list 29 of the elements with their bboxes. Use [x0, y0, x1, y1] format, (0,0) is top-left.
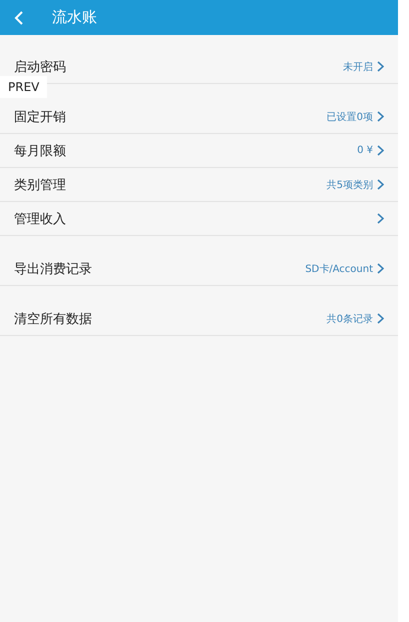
- chevron-icon: [377, 179, 384, 190]
- row-label: 管理收入: [14, 210, 66, 228]
- row-label: 类别管理: [14, 176, 66, 194]
- row-label: 每月限额: [14, 142, 66, 160]
- row-value: SD卡/Account: [305, 262, 373, 276]
- header-title: 流水账: [52, 8, 97, 27]
- settings-row[interactable]: 固定开销 已设置0项: [0, 100, 398, 134]
- settings-row[interactable]: 类别管理 共5项类别: [0, 168, 398, 202]
- chevron-icon: [377, 263, 384, 274]
- row-value: 已设置0项: [326, 110, 373, 124]
- row-value: 共0条记录: [326, 312, 373, 326]
- row-label: 启动密码: [14, 58, 66, 76]
- chevron-icon: [377, 145, 384, 156]
- row-label: 固定开销: [14, 108, 66, 126]
- row-label: 清空所有数据: [14, 310, 92, 328]
- chevron-icon: [377, 213, 384, 224]
- row-value: 未开启: [343, 60, 373, 74]
- settings-row[interactable]: 导出消费记录 SD卡/Account: [0, 252, 398, 286]
- row-value: 共5项类别: [326, 178, 373, 192]
- settings-row[interactable]: 管理收入: [0, 202, 398, 236]
- chevron-icon: [377, 313, 384, 324]
- row-value: 0 ¥: [357, 145, 373, 156]
- back-icon: [14, 10, 24, 24]
- settings-row[interactable]: 清空所有数据 共0条记录: [0, 302, 398, 336]
- prev-button[interactable]: PREV: [0, 76, 48, 98]
- chevron-icon: [377, 111, 384, 122]
- settings-row[interactable]: 每月限额 0 ¥: [0, 134, 398, 168]
- chevron-icon: [377, 61, 384, 72]
- row-label: 导出消费记录: [14, 260, 92, 278]
